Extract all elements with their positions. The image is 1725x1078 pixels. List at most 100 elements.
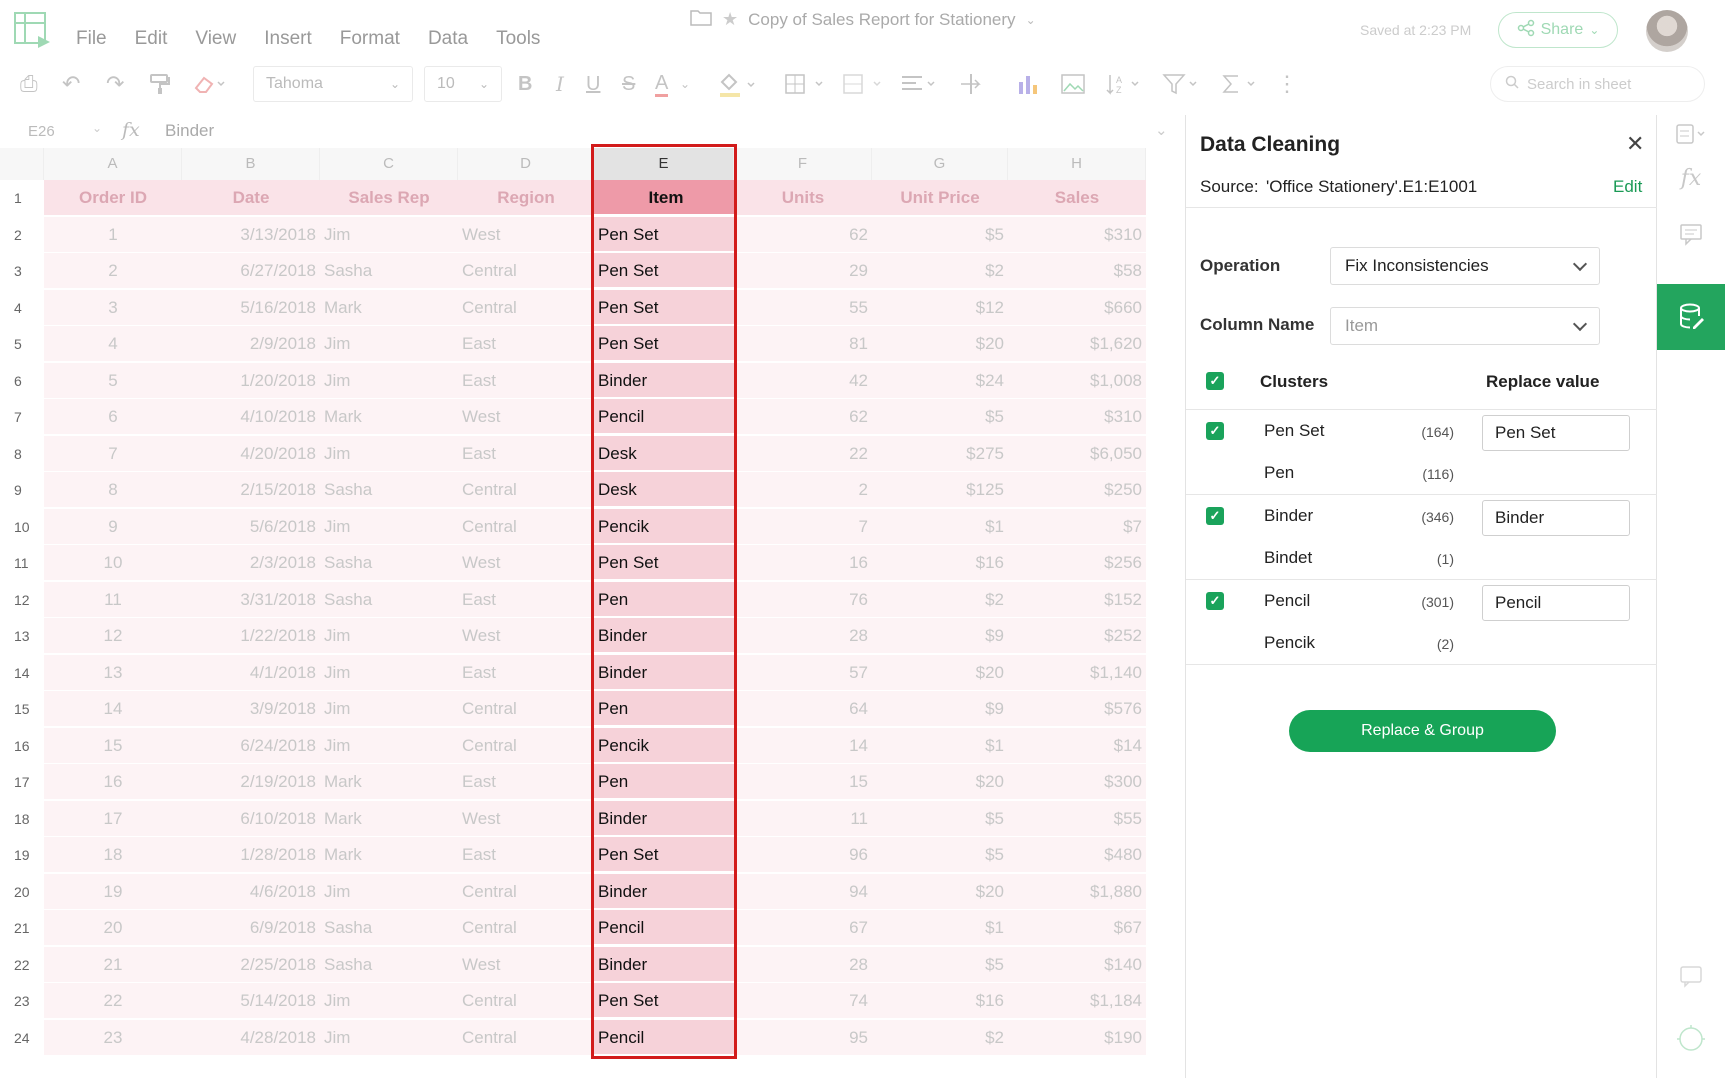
data-cleaning-tab[interactable] (1657, 284, 1725, 350)
cell-f[interactable]: 55 (734, 289, 872, 326)
row-number[interactable]: 19 (0, 837, 44, 873)
cell-f[interactable]: 28 (734, 618, 872, 654)
column-header-e[interactable]: E (594, 148, 734, 180)
menu-file[interactable]: File (76, 28, 107, 50)
cell-g[interactable]: $20 (872, 873, 1008, 910)
cell-e[interactable]: Desk (594, 435, 734, 472)
cell-h[interactable]: $140 (1008, 946, 1146, 983)
column-header-c[interactable]: C (320, 148, 458, 180)
cell-g[interactable]: $5 (872, 216, 1008, 253)
cell-f[interactable]: 2 (734, 472, 872, 508)
cell-c[interactable]: Jim (320, 435, 458, 472)
cell-c[interactable]: Jim (320, 1019, 458, 1056)
cell-g[interactable]: $1 (872, 508, 1008, 545)
cell-f[interactable]: 15 (734, 764, 872, 800)
cell-g[interactable]: $275 (872, 435, 1008, 472)
more-options-icon[interactable]: ⋮ (1276, 72, 1298, 96)
cell-h[interactable]: $252 (1008, 618, 1146, 654)
row-number[interactable]: 5 (0, 326, 44, 362)
cell-a[interactable]: Order ID (44, 180, 182, 216)
cell-e[interactable]: Desk (594, 472, 734, 508)
cell-e[interactable]: Pencik (594, 508, 734, 545)
cell-h[interactable]: $1,008 (1008, 362, 1146, 399)
replace-value-input[interactable]: Pen Set (1482, 415, 1630, 451)
replace-and-group-button[interactable]: Replace & Group (1289, 710, 1556, 752)
cell-e[interactable]: Binder (594, 946, 734, 983)
cell-b[interactable]: 4/20/2018 (182, 435, 320, 472)
cell-b[interactable]: 6/27/2018 (182, 253, 320, 289)
cell-a[interactable]: 14 (44, 691, 182, 727)
row-number[interactable]: 8 (0, 435, 44, 472)
row-number[interactable]: 6 (0, 362, 44, 399)
cell-a[interactable]: 3 (44, 289, 182, 326)
cell-f[interactable]: 14 (734, 727, 872, 764)
cell-d[interactable]: Central (458, 253, 594, 289)
cell-g[interactable]: $1 (872, 727, 1008, 764)
cell-f[interactable]: 29 (734, 253, 872, 289)
cell-h[interactable]: $1,620 (1008, 326, 1146, 362)
cell-h[interactable]: Sales (1008, 180, 1146, 216)
cell-a[interactable]: 19 (44, 873, 182, 910)
cell-d[interactable]: East (458, 764, 594, 800)
row-number[interactable]: 20 (0, 873, 44, 910)
cell-b[interactable]: 1/20/2018 (182, 362, 320, 399)
cell-b[interactable]: 2/19/2018 (182, 764, 320, 800)
cell-d[interactable]: East (458, 326, 594, 362)
row-number[interactable]: 12 (0, 581, 44, 618)
cell-d[interactable]: East (458, 654, 594, 691)
cell-f[interactable]: 76 (734, 581, 872, 618)
cell-f[interactable]: 7 (734, 508, 872, 545)
cell-a[interactable]: 10 (44, 545, 182, 581)
cell-g[interactable]: $2 (872, 253, 1008, 289)
row-number[interactable]: 24 (0, 1019, 44, 1056)
cell-g[interactable]: $20 (872, 654, 1008, 691)
cell-h[interactable]: $256 (1008, 545, 1146, 581)
chevron-down-icon[interactable]: ⌄ (92, 121, 102, 135)
cell-e[interactable]: Pencil (594, 1019, 734, 1056)
cell-a[interactable]: 23 (44, 1019, 182, 1056)
cell-e[interactable]: Pencik (594, 727, 734, 764)
menu-edit[interactable]: Edit (135, 28, 168, 50)
menu-data[interactable]: Data (428, 28, 468, 50)
cell-e[interactable]: Binder (594, 618, 734, 654)
cell-f[interactable]: 22 (734, 435, 872, 472)
select-all-clusters-checkbox[interactable]: ✓ (1206, 372, 1224, 390)
cell-c[interactable]: Jim (320, 983, 458, 1019)
cell-d[interactable]: Central (458, 472, 594, 508)
row-number[interactable]: 15 (0, 691, 44, 727)
comment-icon[interactable] (1657, 222, 1725, 252)
cell-h[interactable]: $1,184 (1008, 983, 1146, 1019)
chart-icon[interactable] (1016, 72, 1040, 101)
cell-h[interactable]: $660 (1008, 289, 1146, 326)
cell-d[interactable]: Central (458, 691, 594, 727)
text-color-icon[interactable]: A (655, 72, 669, 97)
row-number[interactable]: 18 (0, 800, 44, 837)
cell-f[interactable]: 62 (734, 399, 872, 435)
cell-f[interactable]: 57 (734, 654, 872, 691)
row-number[interactable]: 22 (0, 946, 44, 983)
cell-g[interactable]: $5 (872, 399, 1008, 435)
font-family-select[interactable]: Tahoma ⌄ (253, 66, 413, 102)
cell-d[interactable]: West (458, 545, 594, 581)
cell-h[interactable]: $576 (1008, 691, 1146, 727)
cell-e[interactable]: Pencil (594, 399, 734, 435)
cell-c[interactable]: Sasha (320, 946, 458, 983)
cell-d[interactable]: West (458, 946, 594, 983)
cell-e[interactable]: Pen Set (594, 253, 734, 289)
cell-c[interactable]: Jim (320, 508, 458, 545)
search-in-sheet-input[interactable]: Search in sheet (1490, 66, 1705, 102)
menu-view[interactable]: View (195, 28, 236, 50)
operation-select[interactable]: Fix Inconsistencies (1330, 247, 1600, 285)
cell-b[interactable]: 5/16/2018 (182, 289, 320, 326)
cell-b[interactable]: 4/6/2018 (182, 873, 320, 910)
column-header-g[interactable]: G (872, 148, 1008, 180)
cell-g[interactable]: $2 (872, 1019, 1008, 1056)
cell-d[interactable]: East (458, 837, 594, 873)
menu-tools[interactable]: Tools (496, 28, 540, 50)
cell-a[interactable]: 9 (44, 508, 182, 545)
cell-b[interactable]: 2/25/2018 (182, 946, 320, 983)
cell-b[interactable]: 5/6/2018 (182, 508, 320, 545)
cell-g[interactable]: $20 (872, 326, 1008, 362)
row-number[interactable]: 21 (0, 910, 44, 946)
cell-e[interactable]: Pen Set (594, 545, 734, 581)
